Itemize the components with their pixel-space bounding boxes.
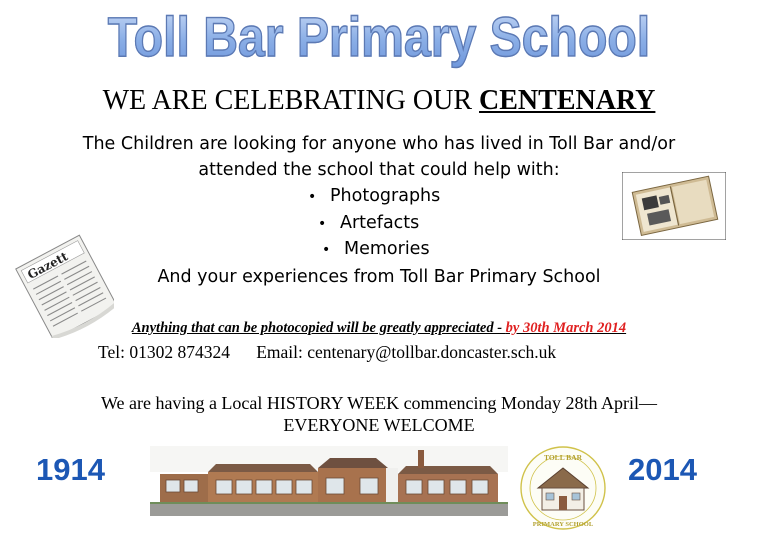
bullet-artefacts: • Artefacts bbox=[318, 210, 419, 237]
bullet-dot-icon: • bbox=[318, 216, 327, 232]
centenary-word: CENTENARY bbox=[479, 85, 656, 116]
year-end: 2014 bbox=[628, 452, 697, 487]
year-start: 1914 bbox=[36, 452, 105, 487]
intro-line-1: The Children are looking for anyone who … bbox=[82, 134, 676, 154]
history-line-2: EVERYONE WELCOME bbox=[283, 415, 475, 435]
celebrating-prefix: WE ARE CELEBRATING OUR bbox=[102, 85, 480, 116]
history-week-notice: We are having a Local HISTORY WEEK comme… bbox=[0, 392, 758, 436]
celebrating-heading: WE ARE CELEBRATING OUR CENTENARY bbox=[0, 84, 758, 118]
photo-album-image bbox=[622, 172, 726, 240]
page-title: Toll Bar Primary School bbox=[53, 5, 705, 68]
school-building-photo bbox=[150, 446, 508, 516]
bullet-label: Artefacts bbox=[340, 213, 420, 233]
newspaper-image: Gazett bbox=[15, 234, 114, 338]
logo-top-text: TOLL BAR bbox=[544, 453, 583, 462]
bullet-dot-icon: • bbox=[308, 189, 317, 205]
bullet-label: Photographs bbox=[330, 186, 441, 206]
telephone: Tel: 01302 874324 bbox=[98, 342, 230, 362]
deadline-text: by 30th March 2014 bbox=[505, 320, 627, 336]
appeal-text: Anything that can be photocopied will be… bbox=[131, 320, 506, 336]
bullet-label: Memories bbox=[344, 239, 430, 259]
bullet-photographs: • Photographs bbox=[308, 183, 440, 210]
contact-line: Tel: 01302 874324 Email: centenary@tollb… bbox=[98, 342, 556, 363]
email-link[interactable]: Email: centenary@tollbar.doncaster.sch.u… bbox=[256, 342, 556, 362]
logo-bottom-text: PRIMARY SCHOOL bbox=[533, 521, 594, 528]
school-logo: TOLL BAR PRIMARY SCHOOL bbox=[520, 446, 606, 530]
history-line-1: We are having a Local HISTORY WEEK comme… bbox=[100, 393, 658, 413]
bullet-memories: • Memories bbox=[322, 236, 430, 263]
bullet-dot-icon: • bbox=[322, 242, 331, 258]
